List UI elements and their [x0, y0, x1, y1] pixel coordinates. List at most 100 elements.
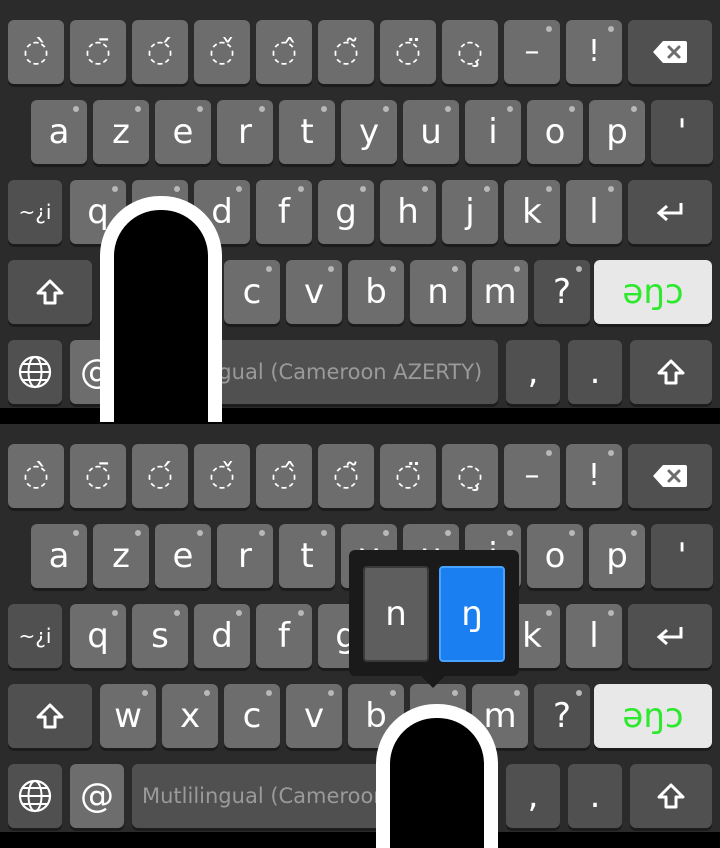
key-diacritic-3[interactable]: ◌̌ [194, 444, 250, 508]
globe-key[interactable] [8, 340, 62, 404]
key-diacritic-8[interactable]: – [504, 20, 560, 84]
popup-option[interactable]: n [363, 566, 429, 662]
key-z[interactable]: z [93, 524, 149, 588]
key-label: c [242, 696, 262, 736]
key-y[interactable]: y [341, 100, 397, 164]
key-d[interactable]: d [194, 604, 250, 668]
key-a[interactable]: a [31, 524, 87, 588]
key-i[interactable]: i [465, 100, 521, 164]
key-diacritic-2[interactable]: ◌́ [132, 20, 188, 84]
key-j[interactable]: j [442, 180, 498, 244]
key-diacritic-9[interactable]: ! [566, 20, 622, 84]
key-n[interactable]: n [410, 260, 466, 324]
globe-key[interactable] [8, 764, 62, 828]
key-label: ' [677, 112, 687, 152]
key-v[interactable]: v [286, 684, 342, 748]
key-label: ◌̧ [456, 34, 484, 69]
key-x[interactable]: x [162, 684, 218, 748]
symbols-key[interactable]: ~¿i [8, 604, 62, 668]
key-label: e [172, 536, 194, 576]
key-label: y [358, 112, 380, 152]
key-f[interactable]: f [256, 180, 312, 244]
key-r[interactable]: r [217, 100, 273, 164]
at-key[interactable]: @ [70, 764, 124, 828]
key-diacritic-6[interactable]: ◌̈ [380, 20, 436, 84]
key-l[interactable]: l [566, 604, 622, 668]
key-t[interactable]: t [279, 100, 335, 164]
key-w[interactable]: w [100, 684, 156, 748]
long-press-indicator [514, 266, 520, 272]
key-h[interactable]: h [380, 180, 436, 244]
key-o[interactable]: o [527, 524, 583, 588]
key-question[interactable]: ? [534, 684, 590, 748]
long-press-indicator [174, 186, 180, 192]
key-label: p [606, 536, 628, 576]
key-l[interactable]: l [566, 180, 622, 244]
backspace-key[interactable] [628, 444, 712, 508]
enter-key[interactable] [628, 180, 712, 244]
key-s[interactable]: s [132, 604, 188, 668]
key-label: ◌̌ [208, 458, 236, 493]
popup-option-selected[interactable]: ŋ [439, 566, 505, 662]
key-label: q [87, 616, 109, 656]
key-q[interactable]: q [70, 604, 126, 668]
comma-key[interactable]: , [506, 764, 560, 828]
key-label: ◌̄ [84, 458, 112, 493]
key-o[interactable]: o [527, 100, 583, 164]
shift-key-right[interactable] [630, 764, 712, 828]
shift-key-left[interactable] [8, 684, 92, 748]
key-diacritic-8[interactable]: – [504, 444, 560, 508]
key-diacritic-1[interactable]: ◌̄ [70, 20, 126, 84]
enter-key[interactable] [628, 604, 712, 668]
key-diacritic-1[interactable]: ◌̄ [70, 444, 126, 508]
comma-key[interactable]: , [506, 340, 560, 404]
key-m[interactable]: m [472, 260, 528, 324]
key-e[interactable]: e [155, 100, 211, 164]
long-press-indicator [608, 26, 614, 32]
key-diacritic-7[interactable]: ◌̧ [442, 20, 498, 84]
key-label: t [300, 536, 314, 576]
key-question[interactable]: ? [534, 260, 590, 324]
key-diacritic-4[interactable]: ◌̂ [256, 444, 312, 508]
long-press-indicator [546, 450, 552, 456]
symbols-key[interactable]: ~¿i [8, 180, 62, 244]
shift-key-right[interactable] [630, 340, 712, 404]
key-k[interactable]: k [504, 180, 560, 244]
key-f[interactable]: f [256, 604, 312, 668]
key-diacritic-5[interactable]: ◌̃ [318, 444, 374, 508]
key-apostrophe[interactable]: ' [651, 100, 713, 164]
key-c[interactable]: c [224, 684, 280, 748]
key-diacritic-0[interactable]: ◌̀ [8, 444, 64, 508]
key-a[interactable]: a [31, 100, 87, 164]
key-diacritic-5[interactable]: ◌̃ [318, 20, 374, 84]
key-diacritic-7[interactable]: ◌̧ [442, 444, 498, 508]
language-switch-key[interactable]: əŋɔ [594, 684, 712, 748]
shift-key-left[interactable] [8, 260, 92, 324]
key-t[interactable]: t [279, 524, 335, 588]
key-diacritic-4[interactable]: ◌̂ [256, 20, 312, 84]
key-diacritic-9[interactable]: ! [566, 444, 622, 508]
key-b[interactable]: b [348, 260, 404, 324]
long-press-indicator [445, 530, 451, 536]
key-label: x [179, 696, 201, 736]
key-u[interactable]: u [403, 100, 459, 164]
key-c[interactable]: c [224, 260, 280, 324]
backspace-key[interactable] [628, 20, 712, 84]
period-key[interactable]: . [568, 340, 622, 404]
language-switch-key[interactable]: əŋɔ [594, 260, 712, 324]
key-p[interactable]: p [589, 524, 645, 588]
key-z[interactable]: z [93, 100, 149, 164]
key-apostrophe[interactable]: ' [651, 524, 713, 588]
key-label: ◌̈ [394, 34, 422, 69]
key-diacritic-2[interactable]: ◌́ [132, 444, 188, 508]
key-diacritic-0[interactable]: ◌̀ [8, 20, 64, 84]
key-diacritic-3[interactable]: ◌̌ [194, 20, 250, 84]
key-v[interactable]: v [286, 260, 342, 324]
key-p[interactable]: p [589, 100, 645, 164]
period-key[interactable]: . [568, 764, 622, 828]
long-press-indicator [576, 266, 582, 272]
key-g[interactable]: g [318, 180, 374, 244]
key-diacritic-6[interactable]: ◌̈ [380, 444, 436, 508]
key-r[interactable]: r [217, 524, 273, 588]
key-e[interactable]: e [155, 524, 211, 588]
